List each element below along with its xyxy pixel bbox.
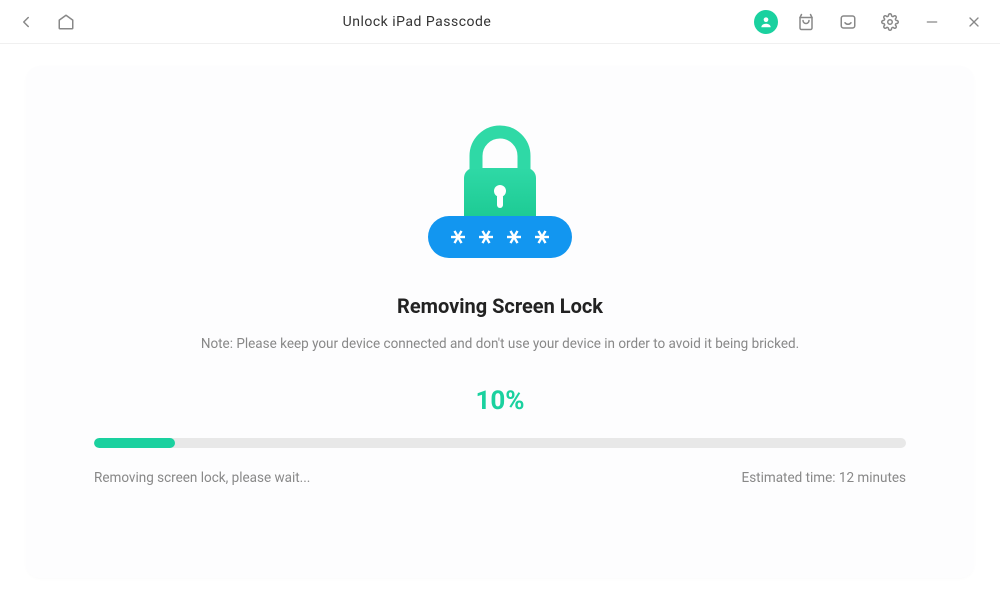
cart-button[interactable] (792, 8, 820, 36)
progress-percent: 10% (475, 386, 524, 416)
feedback-button[interactable] (834, 8, 862, 36)
note-text: Note: Please keep your device connected … (201, 336, 799, 352)
settings-button[interactable] (876, 8, 904, 36)
account-button[interactable] (754, 10, 778, 34)
estimated-time: Estimated time: 12 minutes (742, 470, 906, 486)
window-title: Unlock iPad Passcode (80, 14, 754, 30)
close-button[interactable] (960, 8, 988, 36)
titlebar: Unlock iPad Passcode (0, 0, 1000, 44)
titlebar-left (12, 8, 80, 36)
progress-bar (94, 438, 906, 448)
status-message: Removing screen lock, please wait... (94, 470, 310, 486)
content-wrapper: Removing Screen Lock Note: Please keep y… (0, 44, 1000, 600)
lock-illustration (420, 116, 580, 266)
main-heading: Removing Screen Lock (397, 294, 603, 318)
main-card: Removing Screen Lock Note: Please keep y… (26, 66, 974, 578)
titlebar-right (754, 8, 988, 36)
home-button[interactable] (52, 8, 80, 36)
status-row: Removing screen lock, please wait... Est… (94, 470, 906, 486)
back-button[interactable] (12, 8, 40, 36)
progress-fill (94, 438, 175, 448)
minimize-button[interactable] (918, 8, 946, 36)
